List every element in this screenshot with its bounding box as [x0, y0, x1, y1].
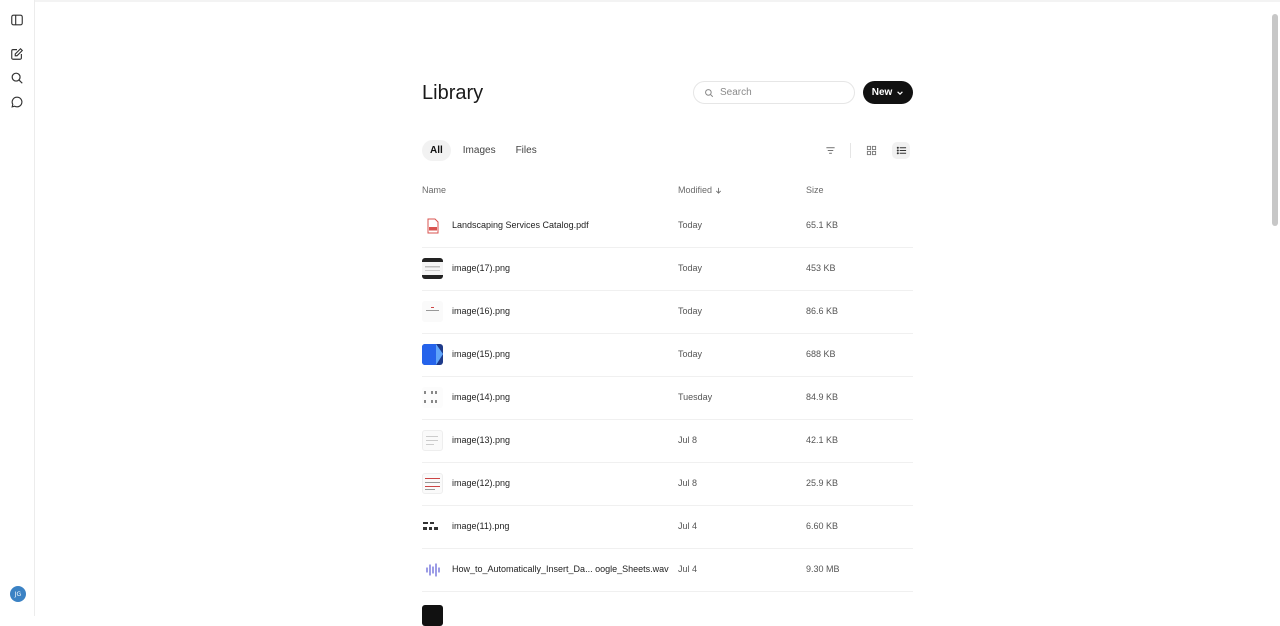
- tab-all[interactable]: All: [422, 140, 451, 161]
- file-name: image(11).png: [452, 521, 510, 531]
- file-modified: Today: [678, 263, 703, 273]
- file-size: 86.6 KB: [806, 306, 839, 316]
- column-modified-label: Modified: [678, 185, 713, 195]
- search-box[interactable]: [693, 81, 855, 104]
- file-size: 65.1 KB: [806, 220, 839, 230]
- table-row[interactable]: Landscaping Services Catalog.pdf Today 6…: [422, 205, 913, 248]
- new-button[interactable]: New: [863, 81, 913, 104]
- table-row[interactable]: image(12).png Jul 8 25.9 KB: [422, 463, 913, 506]
- file-name: Landscaping Services Catalog.pdf: [452, 220, 589, 230]
- toggle-sidebar-icon[interactable]: [8, 11, 26, 29]
- file-modified: Today: [678, 349, 703, 359]
- image-thumbnail: [422, 387, 443, 408]
- file-name: image(15).png: [452, 349, 511, 359]
- column-header-modified[interactable]: Modified: [678, 185, 722, 195]
- file-name: image(14).png: [452, 392, 511, 402]
- page-title: Library: [422, 82, 484, 104]
- tab-files[interactable]: Files: [508, 140, 545, 161]
- image-thumbnail: [422, 301, 443, 322]
- table-row[interactable]: image(15).png Today 688 KB: [422, 334, 913, 377]
- file-modified: Tuesday: [678, 392, 713, 402]
- image-thumbnail: [422, 430, 443, 451]
- chat-bubble-icon[interactable]: [8, 93, 26, 111]
- file-size: 42.1 KB: [806, 435, 839, 445]
- avatar[interactable]: JG: [10, 586, 26, 602]
- image-thumbnail: [422, 473, 443, 494]
- file-size: 688 KB: [806, 349, 836, 359]
- tab-images[interactable]: Images: [455, 140, 504, 161]
- column-header-name[interactable]: Name: [422, 185, 446, 195]
- column-size-label: Size: [806, 185, 824, 195]
- file-name: image(12).png: [452, 478, 511, 488]
- file-size: 9.30 MB: [806, 564, 840, 574]
- new-button-label: New: [871, 87, 893, 98]
- search-icon[interactable]: [8, 69, 26, 87]
- pdf-icon: [422, 215, 443, 236]
- filter-tabs: All Images Files: [422, 140, 545, 161]
- file-size: 25.9 KB: [806, 478, 839, 488]
- file-modified: Jul 4: [678, 564, 698, 574]
- list-view-icon[interactable]: [892, 142, 910, 159]
- search-icon: [705, 88, 714, 97]
- new-chat-icon[interactable]: [8, 45, 26, 63]
- file-name: image(17).png: [452, 263, 511, 273]
- file-modified: Jul 4: [678, 521, 698, 531]
- toolbar-divider: [850, 143, 851, 158]
- audio-icon: [422, 559, 443, 580]
- file-size: 84.9 KB: [806, 392, 839, 402]
- file-name: image(13).png: [452, 435, 511, 445]
- image-thumbnail: [422, 344, 443, 365]
- filter-icon[interactable]: [821, 142, 839, 159]
- image-thumbnail: [422, 258, 443, 279]
- scrollbar[interactable]: [1272, 14, 1278, 226]
- table-row[interactable]: image(16).png Today 86.6 KB: [422, 291, 913, 334]
- table-row[interactable]: image(11).png Jul 4 6.60 KB: [422, 506, 913, 549]
- table-row[interactable]: image(13).png Jul 8 42.1 KB: [422, 420, 913, 463]
- search-input[interactable]: [720, 87, 840, 98]
- column-header-size[interactable]: Size: [806, 185, 824, 195]
- table-row[interactable]: How_to_Automatically_Insert_Da... oogle_…: [422, 549, 913, 592]
- sidebar: JG: [0, 0, 35, 616]
- table-row[interactable]: image(14).png Tuesday 84.9 KB: [422, 377, 913, 420]
- column-name-label: Name: [422, 185, 447, 195]
- file-modified: Jul 8: [678, 435, 698, 445]
- grid-view-icon[interactable]: [862, 142, 880, 159]
- table-row[interactable]: image(17).png Today 453 KB: [422, 248, 913, 291]
- sort-arrow-down-icon: [716, 187, 722, 194]
- file-modified: Today: [678, 220, 703, 230]
- library-panel: Library New All Images Files Name Modifi…: [422, 0, 914, 626]
- file-name: How_to_Automatically_Insert_Da... oogle_…: [452, 564, 669, 574]
- file-size: 6.60 KB: [806, 521, 839, 531]
- file-size: 453 KB: [806, 263, 836, 273]
- file-modified: Today: [678, 306, 703, 316]
- table-row-partial[interactable]: [422, 592, 913, 626]
- chevron-down-icon: [897, 90, 904, 95]
- file-name: image(16).png: [452, 306, 511, 316]
- image-thumbnail: [422, 516, 443, 537]
- file-modified: Jul 8: [678, 478, 698, 488]
